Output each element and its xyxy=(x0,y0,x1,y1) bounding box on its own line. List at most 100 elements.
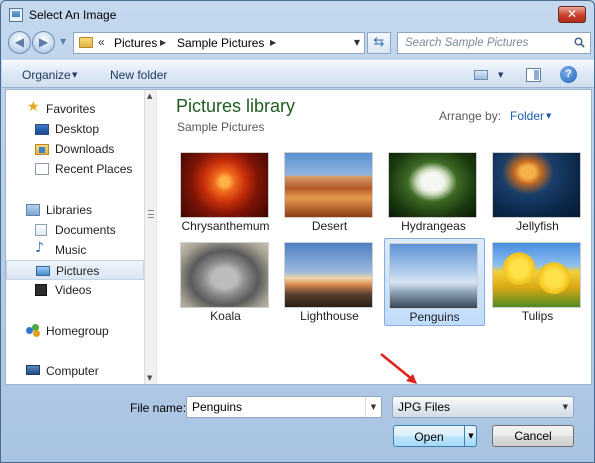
open-button-label[interactable]: Open xyxy=(394,430,464,444)
file-name: Lighthouse xyxy=(300,309,359,323)
sidebar-item-desktop[interactable]: Desktop xyxy=(6,119,144,139)
library-subtitle: Sample Pictures xyxy=(177,120,265,134)
file-name: Koala xyxy=(210,309,241,323)
help-icon[interactable]: ? xyxy=(560,66,577,83)
sidebar-label: Desktop xyxy=(55,122,100,136)
sidebar-item-downloads[interactable]: Downloads xyxy=(6,139,144,159)
sidebar-item-computer[interactable]: Computer xyxy=(6,361,144,381)
navigation-pane-scrollbar[interactable]: ▲ ▼ xyxy=(144,90,157,384)
window-title: Select An Image xyxy=(29,8,117,22)
image-thumbnail xyxy=(180,242,269,308)
close-button[interactable]: ✕ xyxy=(558,6,586,23)
sidebar-item-documents[interactable]: Documents xyxy=(6,220,144,240)
sidebar-label: Libraries xyxy=(46,203,93,217)
breadcrumb-pictures[interactable]: Pictures xyxy=(114,36,157,50)
image-thumbnail xyxy=(284,152,373,218)
search-input[interactable]: Search Sample Pictures xyxy=(397,32,591,54)
change-view-icon[interactable] xyxy=(474,70,488,80)
new-folder-button[interactable]: New folder xyxy=(110,68,167,82)
forward-button[interactable]: ▶ xyxy=(32,31,55,54)
scroll-down-icon[interactable]: ▼ xyxy=(147,374,152,382)
sidebar-label: Recent Places xyxy=(55,162,133,176)
search-placeholder: Search Sample Pictures xyxy=(405,37,529,49)
open-options-dropdown-icon[interactable]: ▼ xyxy=(464,426,477,446)
sidebar-label: Documents xyxy=(55,223,116,237)
image-thumbnail xyxy=(180,152,269,218)
homegroup-icon xyxy=(26,324,40,337)
sidebar-label: Videos xyxy=(55,283,92,297)
address-bar[interactable]: « Pictures ▶ Sample Pictures ▶ ▼ xyxy=(73,32,365,54)
image-thumbnail xyxy=(389,243,478,309)
desktop-icon xyxy=(35,124,49,135)
file-tile-koala[interactable]: Koala xyxy=(176,238,277,326)
sidebar-item-favorites[interactable]: ★ Favorites xyxy=(6,99,144,119)
scroll-thumb-grip-icon[interactable] xyxy=(148,210,154,218)
documents-icon xyxy=(35,224,47,236)
folder-icon xyxy=(79,37,93,48)
chevron-down-icon[interactable]: ▼ xyxy=(72,71,77,79)
cancel-button[interactable]: Cancel xyxy=(492,425,574,447)
breadcrumb-sample-pictures[interactable]: Sample Pictures xyxy=(177,36,264,50)
address-dropdown-icon[interactable]: ▼ xyxy=(354,38,360,47)
image-thumbnail xyxy=(284,242,373,308)
arrange-by-label: Arrange by: xyxy=(439,109,502,123)
refresh-button[interactable]: ⇆ xyxy=(367,32,391,54)
sidebar-item-videos[interactable]: Videos xyxy=(6,280,144,300)
image-thumbnail xyxy=(492,152,581,218)
file-tile-chrysanthemum[interactable]: Chrysanthemum xyxy=(176,148,277,236)
file-name: Desert xyxy=(311,219,348,233)
sidebar-label: Computer xyxy=(46,364,99,378)
file-tile-desert[interactable]: Desert xyxy=(280,148,381,236)
file-tile-jellyfish[interactable]: Jellyfish xyxy=(488,148,589,236)
sidebar-label: Music xyxy=(55,243,87,257)
command-toolbar: Organize ▼ New folder ▼ ? xyxy=(2,60,594,88)
preview-pane-icon[interactable] xyxy=(526,68,541,82)
chevron-down-icon[interactable]: ▼ xyxy=(563,403,568,411)
file-name: Penguins xyxy=(409,310,460,324)
sidebar-item-pictures[interactable]: Pictures xyxy=(6,260,144,280)
file-tile-tulips[interactable]: Tulips xyxy=(488,238,589,326)
navigation-pane[interactable]: ★ Favorites Desktop Downloads Recent Pla… xyxy=(6,90,144,384)
downloads-icon xyxy=(35,144,49,155)
chevron-down-icon[interactable]: ▼ xyxy=(546,112,551,120)
recent-places-icon xyxy=(35,163,49,175)
sidebar-label: Favorites xyxy=(46,102,96,116)
title-bar: Select An Image ✕ xyxy=(1,1,594,29)
sidebar-label: Homegroup xyxy=(46,324,109,338)
file-type-select[interactable]: JPG Files ▼ xyxy=(392,396,574,418)
pictures-icon xyxy=(36,266,50,276)
file-name-dropdown-icon[interactable]: ▼ xyxy=(365,397,381,417)
organize-menu[interactable]: Organize xyxy=(22,68,71,82)
breadcrumb-overflow[interactable]: « xyxy=(98,35,105,49)
computer-icon xyxy=(26,365,40,375)
file-name: Chrysanthemum xyxy=(181,219,270,233)
file-name-field[interactable]: Penguins ▼ xyxy=(186,396,382,418)
file-name-label: File name: xyxy=(130,401,187,415)
file-tile-penguins[interactable]: Penguins xyxy=(384,238,485,326)
scroll-up-icon[interactable]: ▲ xyxy=(147,92,152,100)
breadcrumb-separator-icon[interactable]: ▶ xyxy=(160,38,166,47)
sidebar-item-recent-places[interactable]: Recent Places xyxy=(6,159,144,179)
view-options-dropdown-icon[interactable]: ▼ xyxy=(498,71,503,79)
open-file-dialog: Select An Image ✕ ◀ ▶ ▼ « Pictures ▶ Sam… xyxy=(0,0,595,463)
search-icon[interactable] xyxy=(574,37,585,48)
image-thumbnail xyxy=(492,242,581,308)
image-thumbnail xyxy=(388,152,477,218)
open-button[interactable]: Open ▼ xyxy=(393,425,477,447)
file-type-value: JPG Files xyxy=(398,400,451,414)
breadcrumb-separator-icon[interactable]: ▶ xyxy=(270,38,276,47)
file-name: Tulips xyxy=(521,309,554,323)
file-name-value[interactable]: Penguins xyxy=(192,400,242,414)
dialog-app-icon xyxy=(9,8,23,22)
music-icon: ♪ xyxy=(35,240,44,256)
arrange-by-dropdown[interactable]: Folder xyxy=(510,109,544,123)
file-tile-hydrangeas[interactable]: Hydrangeas xyxy=(384,148,485,236)
sidebar-item-libraries[interactable]: Libraries xyxy=(6,200,144,220)
file-name: Hydrangeas xyxy=(401,219,466,233)
file-tile-lighthouse[interactable]: Lighthouse xyxy=(280,238,381,326)
recent-locations-dropdown-icon[interactable]: ▼ xyxy=(60,37,66,46)
sidebar-item-music[interactable]: ♪ Music xyxy=(6,240,144,260)
back-button[interactable]: ◀ xyxy=(8,31,31,54)
sidebar-item-homegroup[interactable]: Homegroup xyxy=(6,321,144,341)
star-icon: ★ xyxy=(27,99,40,115)
